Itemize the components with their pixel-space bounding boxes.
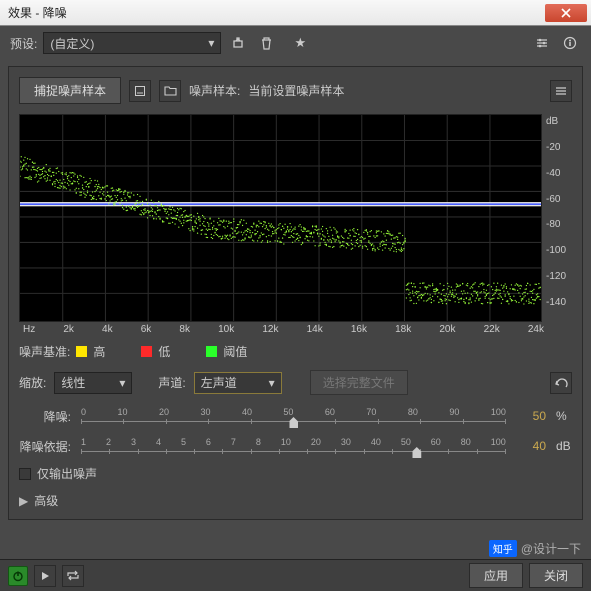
brand-badge: 知乎	[489, 540, 517, 557]
x-unit: Hz	[23, 324, 35, 335]
legend: 噪声基准: 高 低 阈值	[19, 343, 572, 360]
help-icon[interactable]	[559, 32, 581, 54]
by-unit: dB	[556, 439, 572, 453]
graph-menu-icon[interactable]	[550, 80, 572, 102]
capture-noise-button[interactable]: 捕捉噪声样本	[19, 77, 121, 104]
swatch-threshold	[206, 346, 217, 357]
nr-label: 降噪:	[19, 408, 71, 425]
preset-value: (自定义)	[50, 35, 94, 52]
noise-sample-status: 当前设置噪声样本	[248, 82, 344, 99]
by-value[interactable]: 40	[516, 439, 546, 453]
spectrum-plot[interactable]: dB-20-40-60-80-100-120-140	[19, 114, 572, 322]
watermark: 知乎 @设计一下	[489, 540, 581, 557]
chevron-down-icon: ▾	[269, 376, 275, 390]
chevron-down-icon: ▾	[208, 36, 214, 50]
noise-sample-label: 噪声样本:	[189, 82, 240, 99]
swatch-low	[141, 346, 152, 357]
nr-value[interactable]: 50	[516, 409, 546, 423]
load-sample-icon[interactable]	[129, 80, 151, 102]
nr-slider[interactable]: 0102030405060708090100	[81, 407, 506, 425]
select-file-button: 选择完整文件	[310, 370, 408, 395]
swatch-high	[76, 346, 87, 357]
scale-row: 缩放: 线性▾ 声道: 左声道▾ 选择完整文件	[19, 370, 572, 395]
preset-label: 预设:	[10, 35, 37, 52]
delete-preset-icon[interactable]	[255, 32, 277, 54]
legend-title: 噪声基准:	[19, 343, 70, 360]
apply-button[interactable]: 应用	[469, 563, 523, 588]
x-axis-labels: Hz 2k4k6k8k10k12k14k16k18k20k22k24k	[19, 322, 572, 335]
scale-label: 缩放:	[19, 374, 46, 391]
play-button[interactable]	[34, 565, 56, 587]
loop-button[interactable]	[62, 565, 84, 587]
preset-select[interactable]: (自定义) ▾	[43, 32, 221, 54]
nr-unit: %	[556, 409, 572, 423]
save-preset-icon[interactable]	[227, 32, 249, 54]
advanced-label: 高级	[34, 492, 58, 509]
chevron-down-icon: ▾	[119, 376, 125, 390]
channel-label: 声道:	[158, 374, 185, 391]
by-label: 降噪依据:	[19, 438, 71, 455]
output-noise-label: 仅输出噪声	[37, 465, 97, 482]
channel-select[interactable]: 左声道▾	[194, 372, 282, 394]
close-button[interactable]	[545, 4, 587, 22]
advanced-toggle[interactable]: ▶ 高级	[19, 492, 572, 509]
scale-select[interactable]: 线性▾	[54, 372, 132, 394]
folder-icon[interactable]	[159, 80, 181, 102]
close-button-footer[interactable]: 关闭	[529, 563, 583, 588]
output-noise-checkbox[interactable]	[19, 468, 31, 480]
nr-slider-row: 降噪: 0102030405060708090100 50 %	[19, 407, 572, 425]
window-title: 效果 - 降噪	[4, 4, 67, 21]
by-slider-row: 降噪依据: 1234567810203040506080100 40 dB	[19, 437, 572, 455]
legend-threshold: 阈值	[223, 343, 247, 360]
watermark-text: @设计一下	[521, 540, 581, 557]
by-slider[interactable]: 1234567810203040506080100	[81, 437, 506, 455]
favorite-icon[interactable]: ★	[289, 32, 311, 54]
legend-low: 低	[158, 343, 170, 360]
undo-icon[interactable]	[550, 372, 572, 394]
preset-bar: 预设: (自定义) ▾ ★	[0, 26, 591, 60]
legend-high: 高	[93, 343, 105, 360]
titlebar: 效果 - 降噪	[0, 0, 591, 26]
power-button[interactable]	[8, 566, 28, 586]
settings-icon[interactable]	[531, 32, 553, 54]
y-axis-labels: dB-20-40-60-80-100-120-140	[542, 114, 572, 322]
capture-row: 捕捉噪声样本 噪声样本: 当前设置噪声样本	[19, 77, 572, 104]
output-noise-row: 仅输出噪声	[19, 465, 572, 482]
triangle-right-icon: ▶	[19, 494, 28, 508]
main-panel: 捕捉噪声样本 噪声样本: 当前设置噪声样本	[8, 66, 583, 520]
footer: 应用 关闭	[0, 559, 591, 591]
